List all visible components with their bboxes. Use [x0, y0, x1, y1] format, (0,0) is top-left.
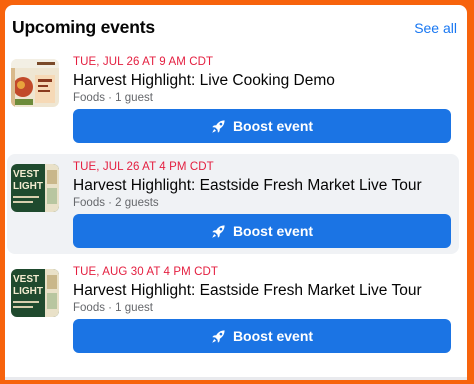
- boost-event-button[interactable]: Boost event: [73, 109, 451, 143]
- boost-event-label: Boost event: [232, 223, 314, 239]
- event-thumbnail[interactable]: VEST LIGHT: [11, 164, 59, 212]
- event-title[interactable]: Harvest Highlight: Eastside Fresh Market…: [73, 177, 422, 195]
- event-title[interactable]: Harvest Highlight: Live Cooking Demo: [73, 72, 335, 90]
- svg-text:LIGHT: LIGHT: [13, 181, 43, 192]
- event-item[interactable]: VEST LIGHT TUE, AUG 30 AT 4 PM CDT Harve…: [7, 259, 459, 359]
- rocket-icon: [212, 329, 225, 343]
- market-tour-thumbnail-icon: VEST LIGHT: [11, 164, 59, 212]
- card-header: Upcoming events See all: [12, 13, 457, 41]
- card-divider: [5, 377, 467, 380]
- event-meta: Foods · 1 guest: [73, 92, 153, 104]
- svg-text:VEST: VEST: [13, 169, 39, 180]
- event-meta: Foods · 1 guest: [73, 302, 153, 314]
- rocket-icon: [212, 224, 225, 238]
- event-meta: Foods · 2 guests: [73, 197, 159, 209]
- boost-event-button[interactable]: Boost event: [73, 319, 451, 353]
- event-title[interactable]: Harvest Highlight: Eastside Fresh Market…: [73, 282, 422, 300]
- event-date: TUE, JUL 26 AT 4 PM CDT: [73, 161, 214, 173]
- cooking-demo-thumbnail-icon: [11, 59, 59, 107]
- upcoming-events-card: Upcoming events See all TUE, JUL 26 AT 9…: [5, 5, 467, 380]
- boost-event-label: Boost event: [232, 328, 314, 344]
- event-thumbnail[interactable]: [11, 59, 59, 107]
- svg-text:VEST: VEST: [13, 274, 39, 285]
- see-all-link[interactable]: See all: [414, 20, 457, 36]
- event-item[interactable]: TUE, JUL 26 AT 9 AM CDT Harvest Highligh…: [7, 49, 459, 149]
- event-date: TUE, JUL 26 AT 9 AM CDT: [73, 56, 214, 68]
- boost-event-label: Boost event: [232, 118, 314, 134]
- event-date: TUE, AUG 30 AT 4 PM CDT: [73, 266, 219, 278]
- rocket-icon: [212, 119, 225, 133]
- card-title: Upcoming events: [12, 16, 155, 37]
- svg-text:LIGHT: LIGHT: [13, 286, 43, 297]
- market-tour-thumbnail-icon: VEST LIGHT: [11, 269, 59, 317]
- event-thumbnail[interactable]: VEST LIGHT: [11, 269, 59, 317]
- boost-event-button[interactable]: Boost event: [73, 214, 451, 248]
- event-item[interactable]: VEST LIGHT TUE, JUL 26 AT 4 PM CDT Harve…: [7, 154, 459, 254]
